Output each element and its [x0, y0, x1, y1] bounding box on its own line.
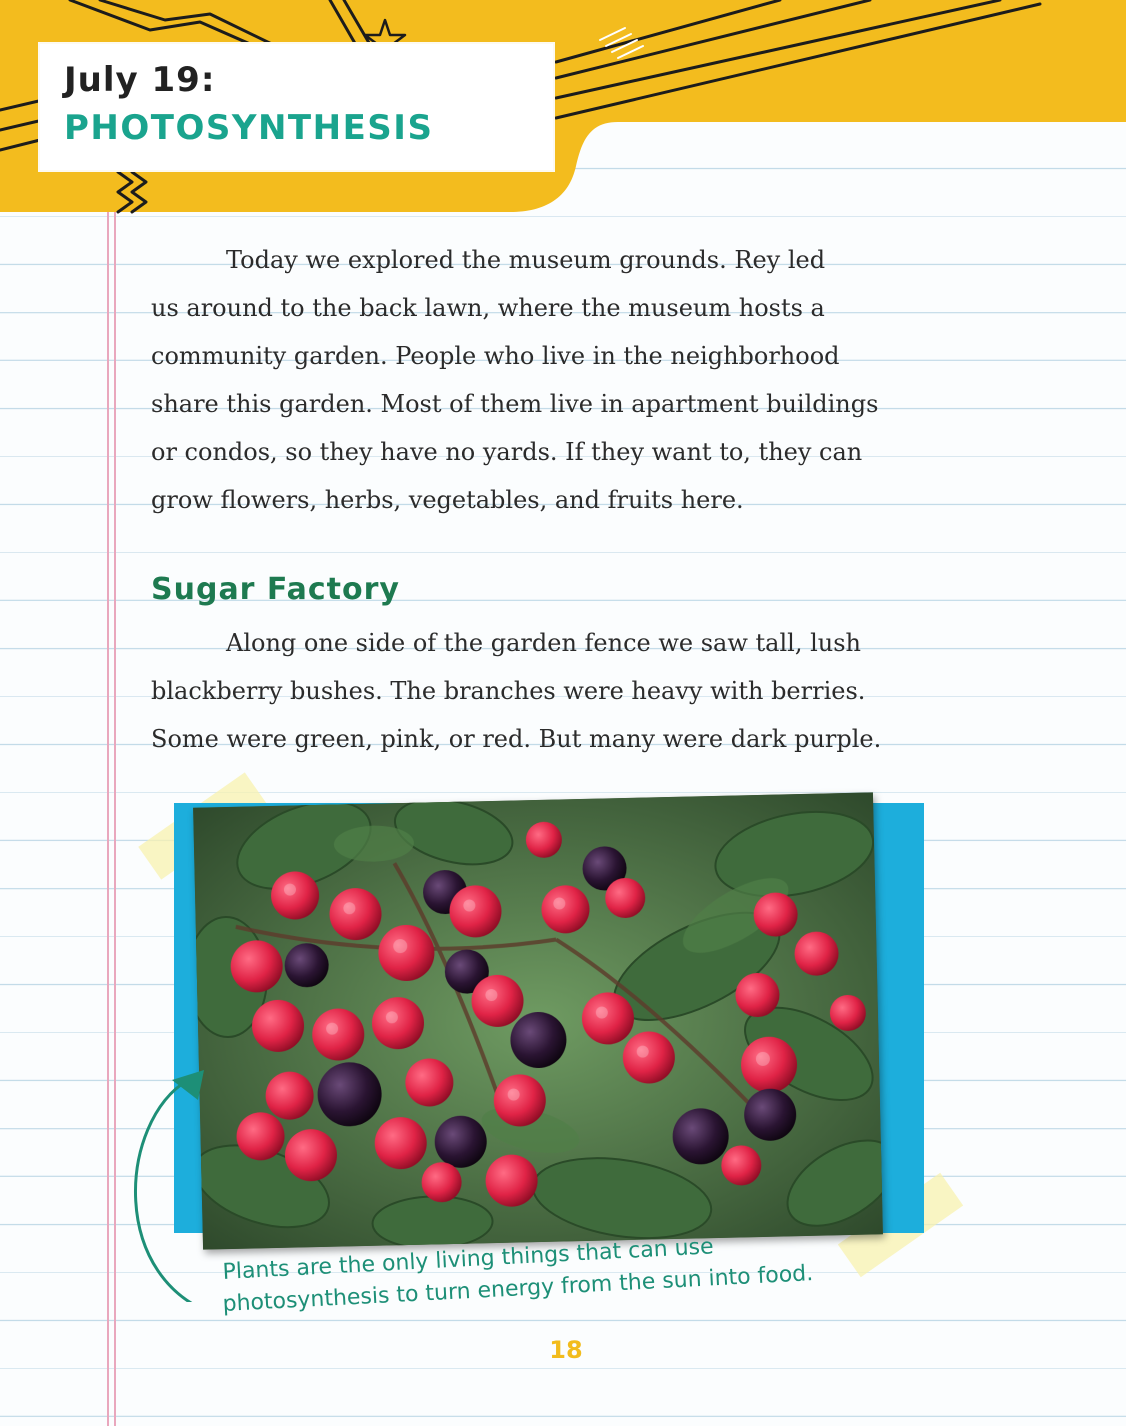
margin-line-left [107, 212, 109, 1426]
paragraph-line: community garden. People who live in the… [151, 342, 840, 370]
paragraph-line: or condos, so they have no yards. If the… [151, 438, 863, 466]
title-card: July 19: PHOTOSYNTHESIS [40, 44, 553, 170]
paragraph-line: blackberry bushes. The branches were hea… [151, 677, 866, 705]
paragraph-line: Along one side of the garden fence we sa… [226, 629, 861, 657]
paragraph-line: share this garden. Most of them live in … [151, 390, 879, 418]
blackberry-photo [193, 792, 883, 1250]
section-heading: Sugar Factory [151, 572, 400, 607]
paragraph-line: grow flowers, herbs, vegetables, and fru… [151, 486, 744, 514]
paragraph-line: us around to the back lawn, where the mu… [151, 294, 825, 322]
paragraph-line: Some were green, pink, or red. But many … [151, 725, 882, 753]
entry-date: July 19: [64, 60, 216, 100]
margin-line-right [114, 212, 116, 1426]
section-paragraph: Along one side of the garden fence we sa… [151, 619, 981, 763]
page-number: 18 [549, 1336, 583, 1364]
intro-paragraph: Today we explored the museum grounds. Re… [151, 236, 981, 524]
paragraph-line: Today we explored the museum grounds. Re… [226, 246, 826, 274]
page-title: PHOTOSYNTHESIS [64, 108, 434, 148]
